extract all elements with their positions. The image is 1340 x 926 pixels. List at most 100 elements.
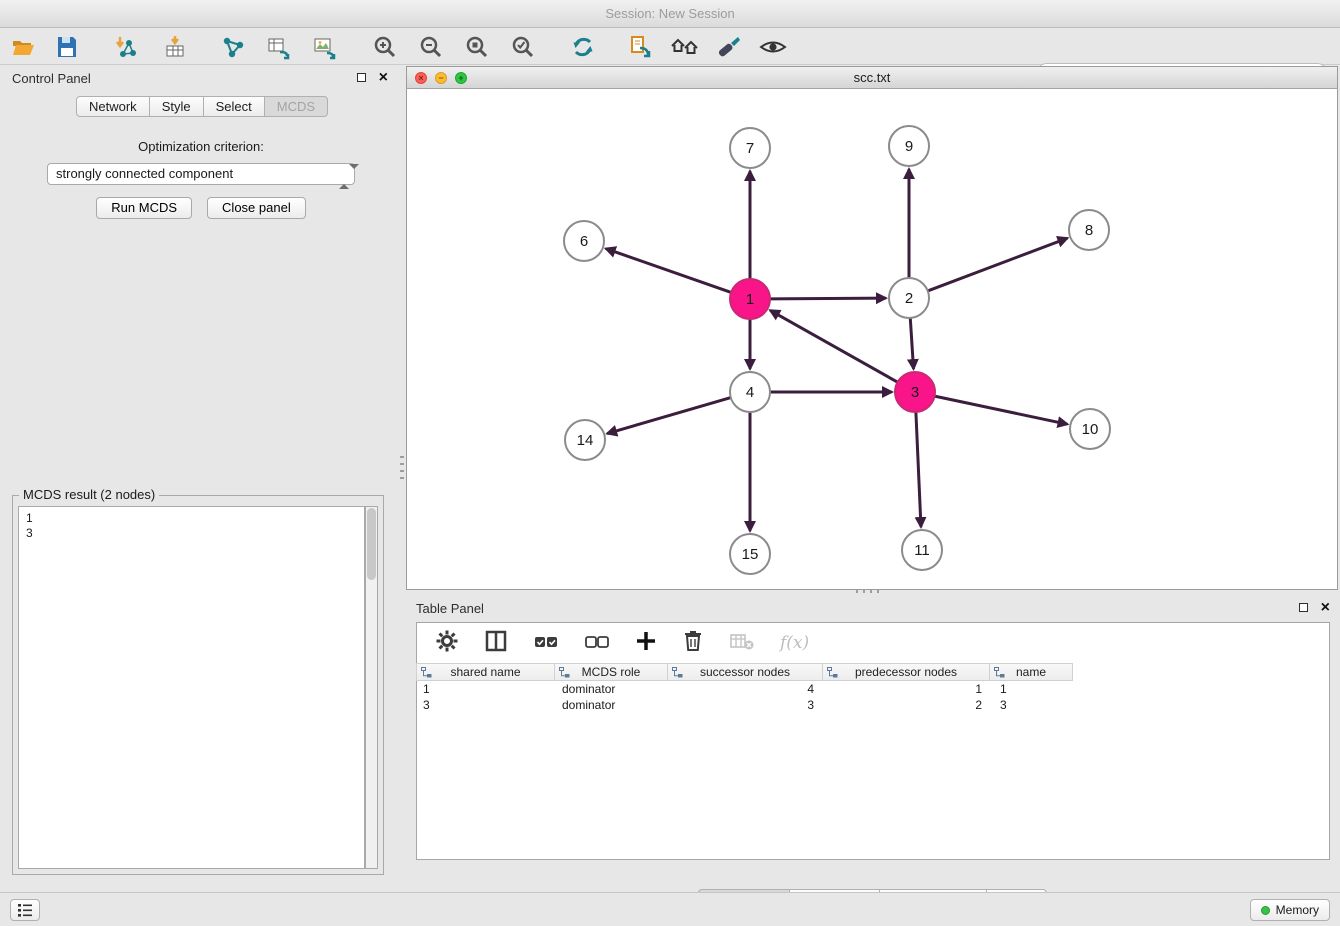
graph-node-label: 4 xyxy=(746,384,754,401)
mcds-result-list[interactable]: 13 xyxy=(18,506,365,869)
control-panel: Control Panel × NetworkStyleSelectMCDS O… xyxy=(2,66,400,886)
cell-predecessor-nodes[interactable]: 1 xyxy=(826,681,994,697)
network-canvas[interactable]: 7968124314101511 xyxy=(407,90,1337,589)
export-image-icon[interactable] xyxy=(310,32,340,62)
copy-view-icon[interactable] xyxy=(626,32,656,62)
cell-MCDS-role[interactable]: dominator xyxy=(556,697,670,713)
window-titlebar: Session: New Session xyxy=(0,0,1340,28)
cell-MCDS-role[interactable]: dominator xyxy=(556,681,670,697)
home-icon[interactable] xyxy=(670,32,700,62)
cell-name[interactable]: 3 xyxy=(994,697,1078,713)
eye-icon[interactable] xyxy=(758,32,788,62)
control-panel-tabs: NetworkStyleSelectMCDS xyxy=(77,96,400,117)
graph-edge-1-2[interactable] xyxy=(770,298,885,299)
column-header-name[interactable]: name xyxy=(989,663,1073,681)
delete-table-icon xyxy=(729,631,755,656)
table-toolbar: f(x) xyxy=(417,623,1329,663)
import-network-icon[interactable] xyxy=(110,32,140,62)
node-table: shared nameMCDS rolesuccessor nodesprede… xyxy=(417,663,1329,713)
result-line: 1 xyxy=(26,511,357,526)
export-table-icon[interactable] xyxy=(264,32,294,62)
settings-icon[interactable] xyxy=(435,629,459,658)
export-network-icon[interactable] xyxy=(218,32,248,62)
table-panel: Table Panel × xyxy=(406,596,1338,886)
list-icon xyxy=(17,903,33,917)
zoom-out-icon[interactable] xyxy=(416,32,446,62)
panel-list-button[interactable] xyxy=(10,899,40,921)
status-bar: Memory xyxy=(0,892,1340,926)
function-builder-icon: f(x) xyxy=(780,633,809,653)
apply-style-icon[interactable] xyxy=(714,32,744,62)
zoom-in-icon[interactable] xyxy=(370,32,400,62)
graph-node-label: 14 xyxy=(577,432,594,449)
run-mcds-button[interactable]: Run MCDS xyxy=(96,197,192,219)
network-window: × − + scc.txt 7968124314101511 xyxy=(406,66,1338,590)
horizontal-splitter-grip[interactable] xyxy=(856,589,880,593)
graph-node-label: 9 xyxy=(905,138,913,155)
graph-edge-3-11[interactable] xyxy=(916,412,921,526)
graph-node-label: 8 xyxy=(1085,222,1093,239)
import-table-icon[interactable] xyxy=(160,32,190,62)
select-all-icon[interactable] xyxy=(533,631,559,656)
refresh-icon[interactable] xyxy=(568,32,598,62)
tab-style[interactable]: Style xyxy=(149,96,204,117)
delete-column-icon[interactable] xyxy=(682,629,704,658)
add-column-icon[interactable] xyxy=(635,630,657,657)
graph-node-label: 1 xyxy=(746,291,754,308)
graph-edge-1-6[interactable] xyxy=(607,249,731,292)
cell-shared-name[interactable]: 1 xyxy=(417,681,556,697)
cell-shared-name[interactable]: 3 xyxy=(417,697,556,713)
cell-predecessor-nodes[interactable]: 2 xyxy=(826,697,994,713)
optimization-select[interactable]: strongly connected component xyxy=(47,163,355,185)
tab-network[interactable]: Network xyxy=(76,96,150,117)
column-header-MCDS-role[interactable]: MCDS role xyxy=(554,663,668,681)
save-icon[interactable] xyxy=(52,32,82,62)
clear-selection-icon[interactable] xyxy=(584,631,610,656)
column-header-successor-nodes[interactable]: successor nodes xyxy=(667,663,823,681)
vertical-splitter-grip[interactable] xyxy=(400,456,404,480)
network-window-titlebar[interactable]: × − + scc.txt xyxy=(407,67,1337,89)
minimize-window-icon[interactable]: − xyxy=(435,72,447,84)
graph-node-label: 3 xyxy=(911,384,919,401)
graph[interactable]: 7968124314101511 xyxy=(407,90,1337,590)
table-row[interactable]: 3dominator323 xyxy=(417,697,1329,713)
mcds-result-group: MCDS result (2 nodes) 13 xyxy=(12,495,384,875)
tab-mcds[interactable]: MCDS xyxy=(264,96,328,117)
network-window-title: scc.txt xyxy=(854,70,891,85)
close-panel-button[interactable]: Close panel xyxy=(207,197,306,219)
cell-name[interactable]: 1 xyxy=(994,681,1078,697)
memory-status-icon xyxy=(1261,906,1270,915)
result-line: 3 xyxy=(26,526,357,541)
zoom-selected-icon[interactable] xyxy=(508,32,538,62)
result-scrollbar[interactable] xyxy=(365,506,378,869)
column-header-shared-name[interactable]: shared name xyxy=(416,663,555,681)
graph-edge-3-10[interactable] xyxy=(935,396,1067,424)
open-folder-icon[interactable] xyxy=(8,32,38,62)
memory-label: Memory xyxy=(1276,903,1319,917)
close-table-panel-icon[interactable]: × xyxy=(1321,598,1330,618)
graph-edge-2-8[interactable] xyxy=(928,238,1067,290)
graph-edge-3-1[interactable] xyxy=(771,311,898,382)
float-panel-icon[interactable] xyxy=(357,73,366,82)
result-scrollbar-thumb[interactable] xyxy=(367,508,376,580)
memory-button[interactable]: Memory xyxy=(1250,899,1330,921)
float-table-panel-icon[interactable] xyxy=(1299,603,1308,612)
graph-node-label: 2 xyxy=(905,290,913,307)
tab-select[interactable]: Select xyxy=(203,96,265,117)
maximize-window-icon[interactable]: + xyxy=(455,72,467,84)
graph-node-label: 6 xyxy=(580,233,588,250)
graph-node-label: 15 xyxy=(742,546,759,563)
close-panel-icon[interactable]: × xyxy=(379,68,388,88)
column-header-predecessor-nodes[interactable]: predecessor nodes xyxy=(822,663,990,681)
columns-icon[interactable] xyxy=(484,629,508,658)
graph-node-label: 11 xyxy=(914,542,930,559)
table-body: 1dominator4113dominator323 xyxy=(417,681,1329,713)
zoom-fit-icon[interactable] xyxy=(462,32,492,62)
mcds-result-title: MCDS result (2 nodes) xyxy=(19,487,159,502)
graph-edge-4-14[interactable] xyxy=(608,398,731,434)
table-row[interactable]: 1dominator411 xyxy=(417,681,1329,697)
cell-successor-nodes[interactable]: 4 xyxy=(670,681,826,697)
cell-successor-nodes[interactable]: 3 xyxy=(670,697,826,713)
graph-edge-2-3[interactable] xyxy=(910,318,913,368)
close-window-icon[interactable]: × xyxy=(415,72,427,84)
